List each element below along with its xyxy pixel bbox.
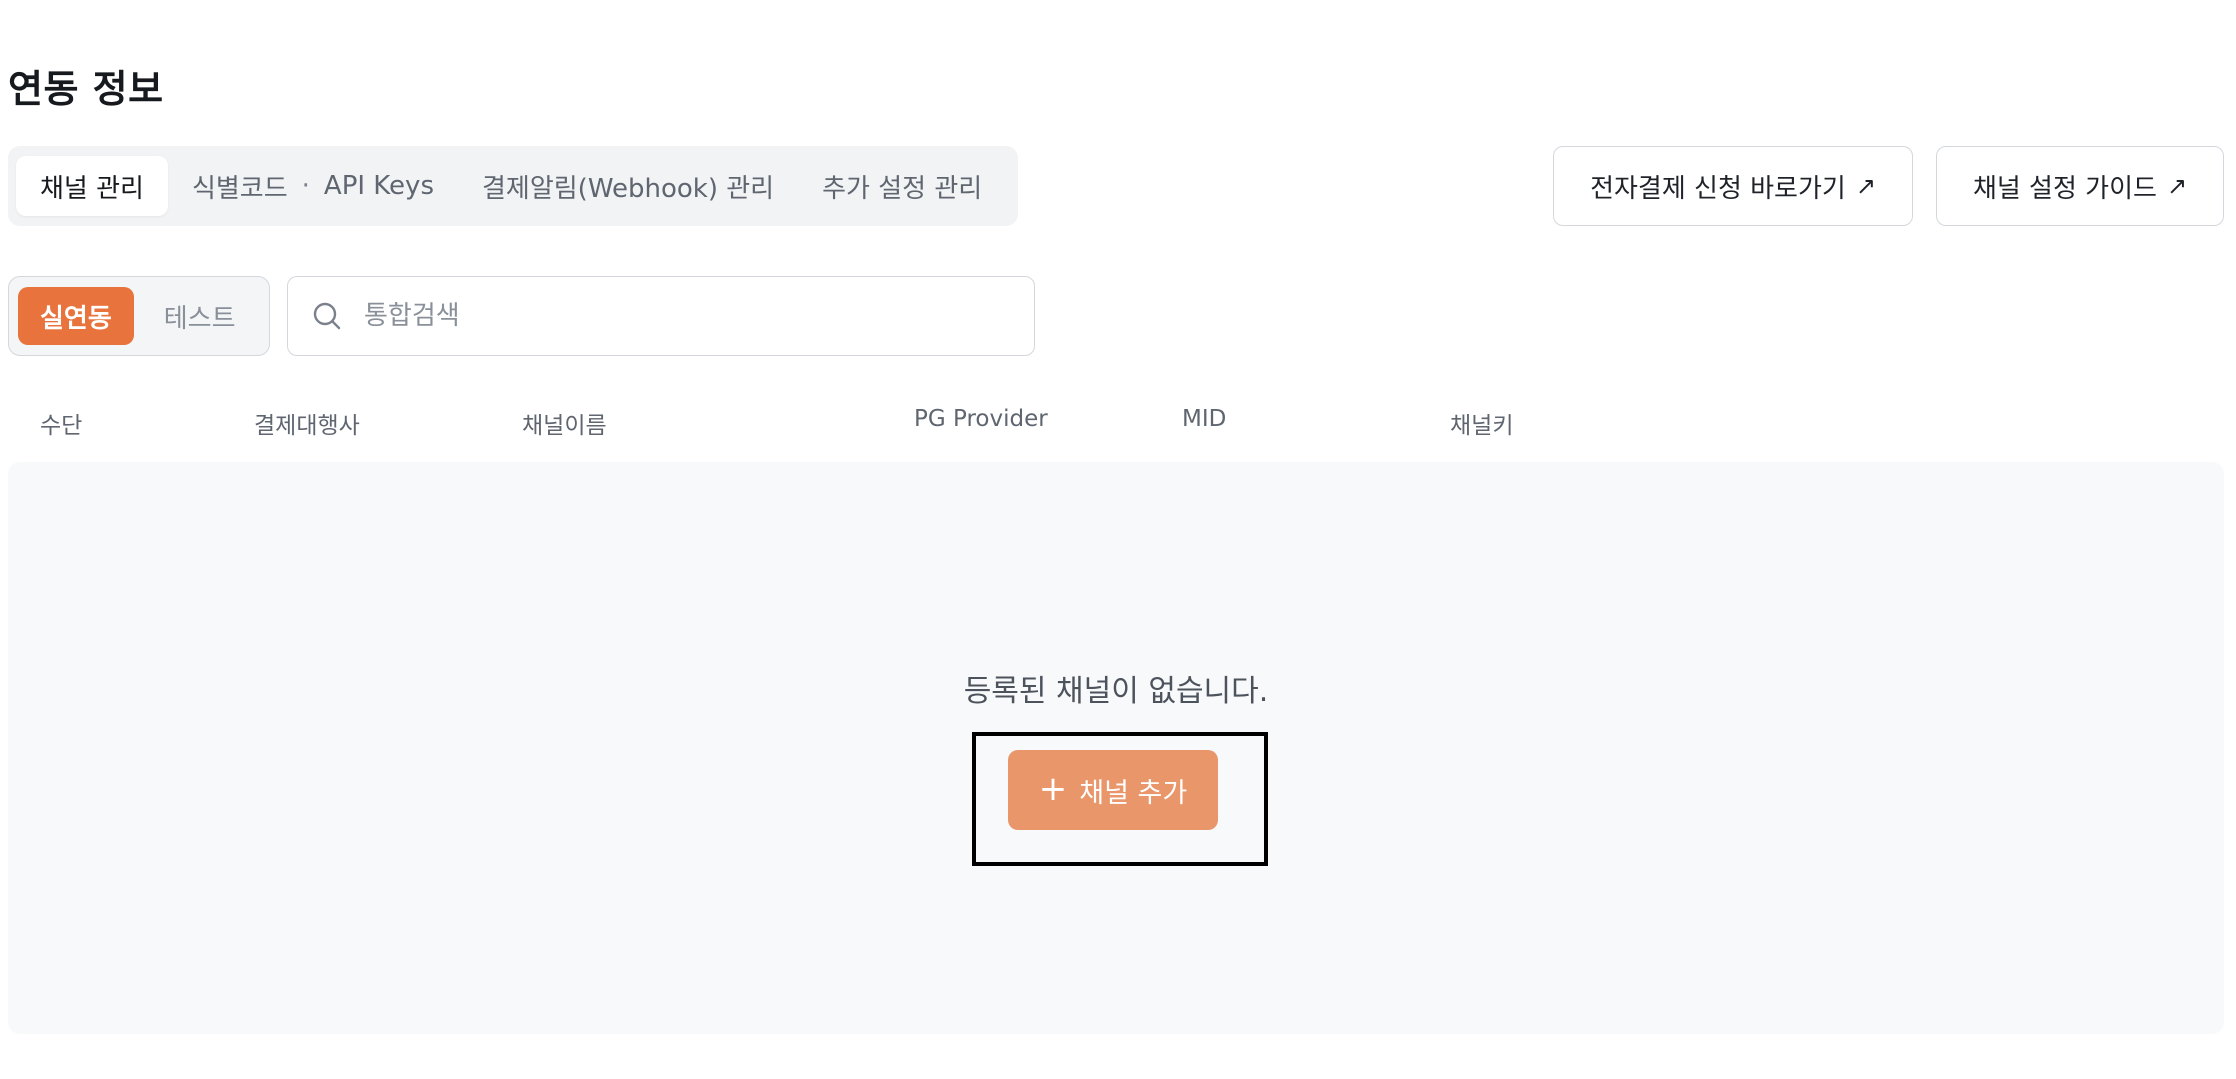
page: 연동 정보 채널 관리 식별코드 · API Keys 결제알림(Webhook…: [0, 0, 2236, 1079]
add-channel-button[interactable]: + 채널 추가: [1008, 750, 1218, 830]
tab-additional-settings[interactable]: 추가 설정 관리: [798, 156, 1006, 216]
tab-label: 결제알림(Webhook) 관리: [482, 173, 775, 204]
tab-label: 채널 관리: [40, 173, 144, 204]
channel-guide-link-button[interactable]: 채널 설정 가이드 ↗: [1936, 146, 2224, 226]
empty-state-panel: 등록된 채널이 없습니다. + 채널 추가: [8, 462, 2224, 1034]
tab-label: 추가 설정 관리: [822, 173, 983, 204]
external-link-icon: ↗: [1855, 172, 1876, 200]
tab-label-secondary: API Keys: [323, 171, 434, 201]
button-label: 전자결제 신청 바로가기: [1590, 173, 1846, 204]
payment-apply-link-button[interactable]: 전자결제 신청 바로가기 ↗: [1553, 146, 1913, 226]
column-header-channel-key: 채널키: [1450, 413, 1514, 439]
tab-bar: 채널 관리 식별코드 · API Keys 결제알림(Webhook) 관리 추…: [8, 146, 1018, 226]
tab-channel-management[interactable]: 채널 관리: [16, 156, 168, 216]
tab-separator: ·: [301, 171, 310, 201]
tab-identifier-api-keys[interactable]: 식별코드 · API Keys: [168, 156, 458, 216]
search-input[interactable]: [364, 301, 964, 331]
column-header-method: 수단: [40, 413, 83, 439]
button-label: 채널 설정 가이드: [1972, 173, 2157, 204]
toggle-live[interactable]: 실연동: [18, 287, 134, 345]
search-icon: [313, 302, 341, 330]
external-link-icon: ↗: [2166, 172, 2188, 200]
empty-state-message: 등록된 채널이 없습니다.: [963, 674, 1269, 709]
page-title: 연동 정보: [8, 67, 164, 111]
toggle-test[interactable]: 테스트: [142, 287, 258, 345]
tab-webhook-management[interactable]: 결제알림(Webhook) 관리: [458, 156, 798, 216]
plus-icon: +: [1038, 768, 1068, 809]
column-header-pg-company: 결제대행사: [254, 413, 360, 439]
tab-label: 식별코드: [191, 173, 288, 204]
search-box: [287, 276, 1035, 356]
column-header-pg-provider: PG Provider: [914, 406, 1048, 432]
environment-toggle: 실연동 테스트: [8, 276, 270, 356]
button-label: 채널 추가: [1079, 777, 1188, 809]
column-header-channel-name: 채널이름: [522, 413, 607, 439]
column-header-mid: MID: [1182, 406, 1227, 432]
